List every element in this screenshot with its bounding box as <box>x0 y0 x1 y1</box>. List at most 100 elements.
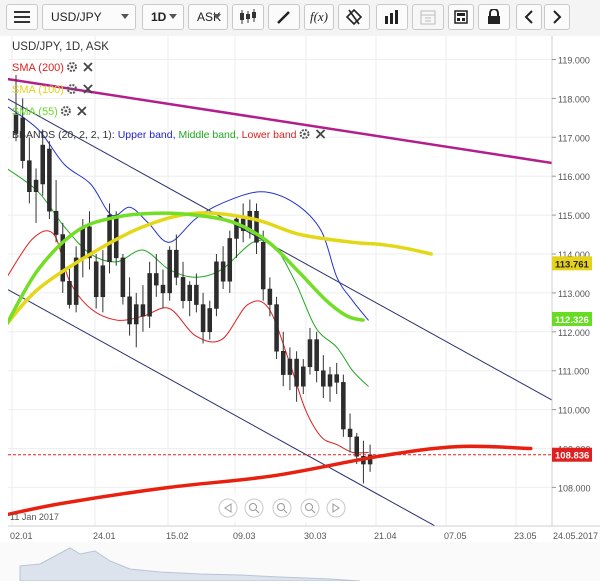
candle-body <box>341 382 346 430</box>
chevron-down-icon <box>213 14 221 19</box>
candlestick-type-icon[interactable] <box>232 4 264 30</box>
y-tick-label: 119.000 <box>558 56 590 66</box>
candle-body <box>140 304 146 317</box>
candle-body <box>100 265 106 298</box>
nav-button-ring <box>326 498 346 518</box>
candle-body <box>134 304 139 325</box>
candle-body <box>220 261 226 282</box>
candle-body <box>214 261 219 309</box>
candle-body <box>260 242 266 290</box>
gear-hub <box>70 87 74 91</box>
candle-body <box>314 339 319 371</box>
candle-body <box>113 214 119 259</box>
candle-body <box>160 284 166 294</box>
candle-body <box>307 339 313 368</box>
chevron-right-icon[interactable] <box>544 4 570 30</box>
volume-strip <box>0 542 600 582</box>
nav-button-ring <box>244 498 264 518</box>
x-tick-label: 23.05 <box>514 531 537 541</box>
y-tick-label: 115.000 <box>558 211 590 221</box>
price-tag-label: 113.761 <box>555 259 590 270</box>
candle-body <box>187 284 192 301</box>
candle-body <box>321 370 326 387</box>
candle-body <box>200 304 206 333</box>
menu-icon[interactable] <box>6 4 38 30</box>
zoom-in-icon[interactable] <box>272 498 292 518</box>
chart-header: USD/JPY, 1D, ASK <box>12 41 109 53</box>
x-tick-label: 24.01 <box>93 531 116 541</box>
y-tick-label: 113.000 <box>558 289 590 299</box>
candle-body <box>33 179 39 193</box>
y-tick-label: 112.000 <box>558 328 590 338</box>
indicator-label: SMA (200) <box>12 62 64 74</box>
candle-body <box>107 214 112 263</box>
candle-body <box>120 257 126 298</box>
candle-body <box>327 374 333 387</box>
bbands-label: Lower band <box>242 129 297 141</box>
y-tick-label: 111.000 <box>558 367 589 377</box>
chart-area[interactable]: 119.000 118.000 117.000 116.000 115.000 114.0… <box>0 36 600 582</box>
y-tick-label: 108.000 <box>558 483 591 493</box>
candle-body <box>287 358 293 375</box>
y-tick-label: 110.000 <box>558 406 590 416</box>
lock-icon[interactable] <box>478 4 510 30</box>
candle-body <box>301 366 306 387</box>
candle-body <box>174 249 179 278</box>
chevron-down-icon <box>169 14 177 19</box>
candle-body <box>127 296 132 325</box>
candle-body <box>227 238 233 282</box>
candle-body <box>274 304 279 352</box>
layout-icon[interactable] <box>448 4 474 30</box>
x-tick-label: 09.03 <box>233 531 256 541</box>
function-label: f(x) <box>309 9 329 24</box>
zoom-out-icon[interactable] <box>244 498 264 518</box>
nav-button-ring <box>272 498 292 518</box>
start-date-label: 11 Jan 2017 <box>10 512 59 522</box>
candle-body <box>40 144 45 185</box>
candle-body <box>354 436 359 457</box>
chart-toolbar: USD/JPY 1D ASK f(x) <box>0 0 600 37</box>
price-type-selector[interactable]: ASK <box>188 4 228 30</box>
timeframe-selector[interactable]: 1D <box>142 4 184 30</box>
price-tag-label: 108.836 <box>555 451 589 462</box>
candle-body <box>347 428 353 438</box>
candle-body <box>334 374 339 383</box>
compare-icon[interactable] <box>338 4 370 30</box>
candle-body <box>53 210 59 235</box>
candle-body <box>167 249 172 294</box>
function-button[interactable]: f(x) <box>304 4 334 30</box>
candle-body <box>67 280 72 305</box>
indicator-label: SMA (55) <box>12 106 58 118</box>
chevron-down-icon <box>121 14 129 19</box>
nav-button-ring <box>300 498 320 518</box>
nav-left-icon[interactable] <box>218 498 238 518</box>
symbol-label: USD/JPY <box>51 10 102 24</box>
candle-body <box>267 288 273 305</box>
x-tick-label: 02.01 <box>10 531 33 541</box>
candle-body <box>254 210 259 243</box>
candle-body <box>294 358 299 387</box>
y-tick-label: 118.000 <box>558 94 590 104</box>
draw-line-icon[interactable] <box>268 4 300 30</box>
candle-body <box>27 160 32 193</box>
gear-hub <box>70 65 74 69</box>
calendar-icon[interactable] <box>412 4 444 30</box>
candle-body <box>154 273 159 286</box>
chevron-left-icon[interactable] <box>516 4 542 30</box>
zoom-out-icon[interactable] <box>300 498 320 518</box>
x-tick-label: 07.05 <box>444 531 467 541</box>
candle-body <box>47 148 52 212</box>
bbands-label: Middle band, <box>179 129 239 141</box>
indicator-label: SMA (100) <box>12 84 64 96</box>
candle-body <box>180 277 186 301</box>
candle-body <box>93 261 99 298</box>
nav-right-icon[interactable] <box>326 498 346 518</box>
price-chart[interactable]: 119.000118.000117.000116.000115.000114.0… <box>0 36 600 582</box>
symbol-selector[interactable]: USD/JPY <box>42 4 136 30</box>
nav-button-ring <box>218 498 238 518</box>
timeframe-label: 1D <box>151 10 167 24</box>
x-tick-label: 24.05.2017 <box>553 531 598 541</box>
bbands-label: BBANDS (20, 2, 2, 1): <box>12 129 115 141</box>
indicators-icon[interactable] <box>376 4 408 30</box>
x-tick-label: 15.02 <box>166 531 189 541</box>
